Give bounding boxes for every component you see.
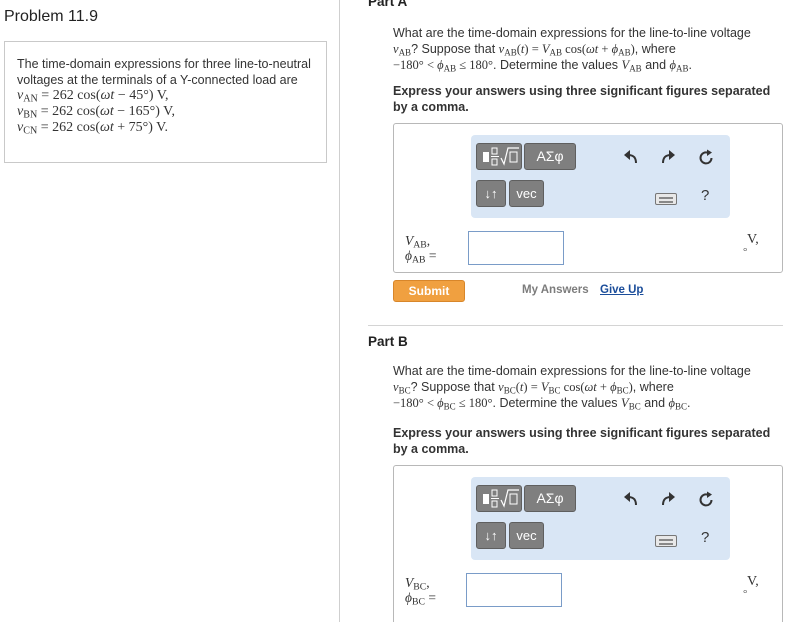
reset-icon[interactable] [696,491,716,514]
part-a-answer-input[interactable] [468,231,564,265]
subscript-superscript-button[interactable]: ↓↑ [476,522,506,549]
give-up-link[interactable]: Give Up [600,284,643,296]
part-b-answer-input[interactable] [466,573,562,607]
part-b-instruction: Express your answers using three signifi… [393,426,771,456]
problem-statement-box: The time-domain expressions for three li… [4,41,327,163]
subscript-superscript-button[interactable]: ↓↑ [476,180,506,207]
equation-vbn: vBN = 262 cos(ωt − 165°) V, [17,104,175,121]
submit-button[interactable]: Submit [393,280,465,302]
redo-icon[interactable] [658,491,678,512]
part-a-answer-label: VAB, ϕAB = [405,233,437,266]
part-a-units: V, ° [743,232,759,258]
part-b-question: What are the time-domain expressions for… [393,364,751,412]
greek-symbols-button[interactable]: ΑΣφ [524,143,576,170]
vector-button[interactable]: vec [509,522,544,549]
greek-symbols-button[interactable]: ΑΣφ [524,485,576,512]
undo-icon[interactable] [621,491,641,512]
help-button[interactable]: ? [701,187,709,204]
fraction-root-template-icon[interactable] [476,143,522,170]
equation-vcn: vCN = 262 cos(ωt + 75°) V. [17,120,168,137]
help-button[interactable]: ? [701,529,709,546]
parts-panel: Part A What are the time-domain expressi… [341,0,797,622]
keyboard-icon[interactable] [655,535,677,547]
keyboard-icon[interactable] [655,193,677,205]
part-a-math-toolbar: ΑΣφ ↓↑ vec ? [471,135,730,218]
fraction-root-template-icon[interactable] [476,485,522,512]
redo-icon[interactable] [658,149,678,170]
problem-panel: Problem 11.9 The time-domain expressions… [0,0,340,622]
part-a-instruction: Express your answers using three signifi… [393,84,771,114]
part-a-answer-box: ΑΣφ ↓↑ vec ? VAB, ϕAB = V, ° [393,123,783,273]
part-a-title: Part A [368,0,408,9]
part-b-title: Part B [368,334,408,349]
part-b-answer-box: ΑΣφ ↓↑ vec ? VBC, ϕBC = V, ° [393,465,783,622]
part-b-units: V, ° [743,574,759,600]
reset-icon[interactable] [696,149,716,172]
undo-icon[interactable] [621,149,641,170]
part-divider [368,325,783,326]
part-a-question: What are the time-domain expressions for… [393,26,751,74]
problem-title: Problem 11.9 [4,8,98,25]
problem-statement: The time-domain expressions for three li… [17,57,311,87]
part-b-math-toolbar: ΑΣφ ↓↑ vec ? [471,477,730,560]
my-answers-link[interactable]: My Answers [522,284,589,296]
part-b-answer-label: VBC, ϕBC = [405,575,436,608]
equation-van: vAN = 262 cos(ωt − 45°) V, [17,88,169,105]
vector-button[interactable]: vec [509,180,544,207]
